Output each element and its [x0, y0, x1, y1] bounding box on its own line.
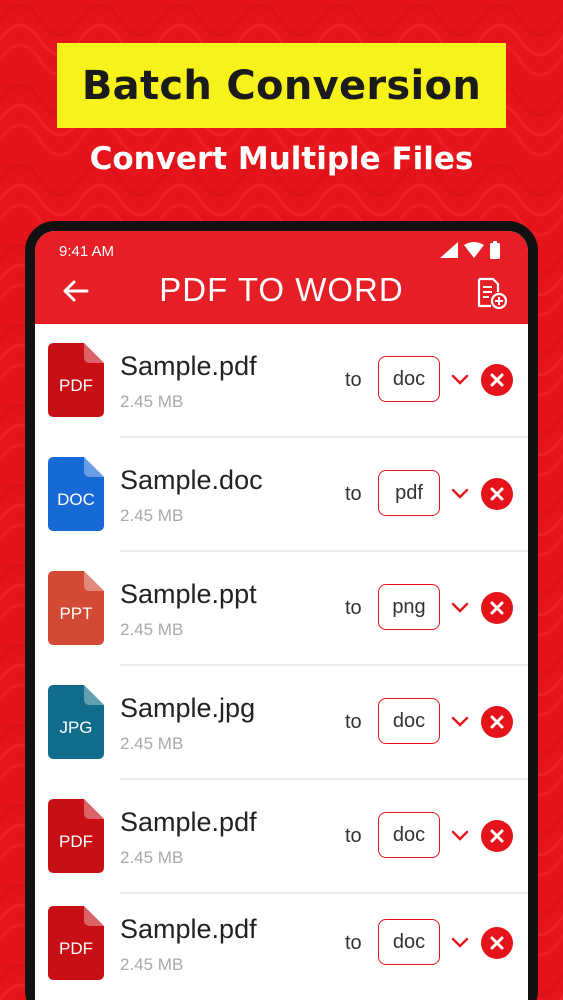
- remove-file-button[interactable]: [481, 820, 513, 852]
- file-name: Sample.doc: [120, 465, 263, 495]
- file-name: Sample.pdf: [120, 807, 257, 837]
- status-time: 9:41 AM: [59, 243, 115, 260]
- jpg-file-icon: JPG: [48, 685, 104, 759]
- battery-icon: [490, 241, 500, 259]
- promo-subheadline: Convert Multiple Files: [89, 141, 474, 177]
- file-type-label: PDF: [59, 832, 93, 851]
- file-name: Sample.jpg: [120, 693, 256, 723]
- target-format-select[interactable]: png: [378, 584, 440, 630]
- file-type-label: JPG: [59, 718, 93, 737]
- target-format-select[interactable]: doc: [378, 356, 440, 402]
- to-label: to: [345, 932, 362, 954]
- file-row: PDF Sample.pdf 2.45 MB to doc: [35, 780, 528, 894]
- remove-file-button[interactable]: [481, 364, 513, 396]
- page-title: PDF TO WORD: [159, 271, 404, 308]
- remove-file-button[interactable]: [481, 927, 513, 959]
- close-icon: [490, 829, 504, 843]
- file-row: DOC Sample.doc 2.45 MB to pdf: [35, 438, 528, 552]
- add-file-icon: [477, 277, 508, 310]
- remove-file-button[interactable]: [481, 478, 513, 510]
- remove-file-button[interactable]: [481, 592, 513, 624]
- phone-screen: 9:41 AM PDF TO WORD PDF Sample.pdf 2.45 …: [35, 231, 528, 1000]
- to-label: to: [345, 483, 362, 505]
- chevron-down-icon[interactable]: [451, 602, 469, 614]
- remove-file-button[interactable]: [481, 706, 513, 738]
- wifi-icon: [464, 242, 484, 258]
- file-row: PDF Sample.pdf 2.45 MB to doc: [35, 894, 528, 1000]
- close-icon: [490, 936, 504, 950]
- doc-file-icon: DOC: [48, 457, 104, 531]
- chevron-down-icon[interactable]: [451, 374, 469, 386]
- file-size: 2.45 MB: [120, 955, 184, 974]
- file-size: 2.45 MB: [120, 392, 184, 411]
- to-label: to: [345, 711, 362, 733]
- close-icon: [490, 715, 504, 729]
- close-icon: [490, 487, 504, 501]
- add-file-button[interactable]: [474, 275, 510, 311]
- pdf-file-icon: PDF: [48, 343, 104, 417]
- chevron-down-icon[interactable]: [451, 716, 469, 728]
- file-size: 2.45 MB: [120, 734, 184, 753]
- chevron-down-icon[interactable]: [451, 937, 469, 949]
- app-bar: 9:41 AM PDF TO WORD: [35, 231, 528, 324]
- file-size: 2.45 MB: [120, 620, 184, 639]
- close-icon: [490, 601, 504, 615]
- file-name: Sample.pdf: [120, 351, 257, 381]
- file-size: 2.45 MB: [120, 506, 184, 525]
- file-type-label: PDF: [59, 939, 93, 958]
- target-format-select[interactable]: doc: [378, 812, 440, 858]
- to-label: to: [345, 597, 362, 619]
- pdf-file-icon: PDF: [48, 906, 104, 980]
- close-icon: [490, 373, 504, 387]
- file-row: PPT Sample.ppt 2.45 MB to png: [35, 552, 528, 666]
- promo-headline: Batch Conversion: [81, 62, 482, 109]
- promo-banner: Batch Conversion: [57, 43, 506, 128]
- pdf-file-icon: PDF: [48, 799, 104, 873]
- file-row: JPG Sample.jpg 2.45 MB to doc: [35, 666, 528, 780]
- file-row: PDF Sample.pdf 2.45 MB to doc: [35, 324, 528, 438]
- signal-icon: [440, 242, 458, 258]
- to-label: to: [345, 369, 362, 391]
- file-type-label: PDF: [59, 376, 93, 395]
- file-name: Sample.pdf: [120, 914, 257, 944]
- chevron-down-icon[interactable]: [451, 830, 469, 842]
- status-icons: [440, 241, 500, 259]
- chevron-down-icon[interactable]: [451, 488, 469, 500]
- target-format-select[interactable]: pdf: [378, 470, 440, 516]
- to-label: to: [345, 825, 362, 847]
- target-format-select[interactable]: doc: [378, 919, 440, 965]
- file-size: 2.45 MB: [120, 848, 184, 867]
- target-format-select[interactable]: doc: [378, 698, 440, 744]
- file-type-label: PPT: [59, 604, 93, 623]
- file-name: Sample.ppt: [120, 579, 257, 609]
- file-type-label: DOC: [57, 490, 95, 509]
- ppt-file-icon: PPT: [48, 571, 104, 645]
